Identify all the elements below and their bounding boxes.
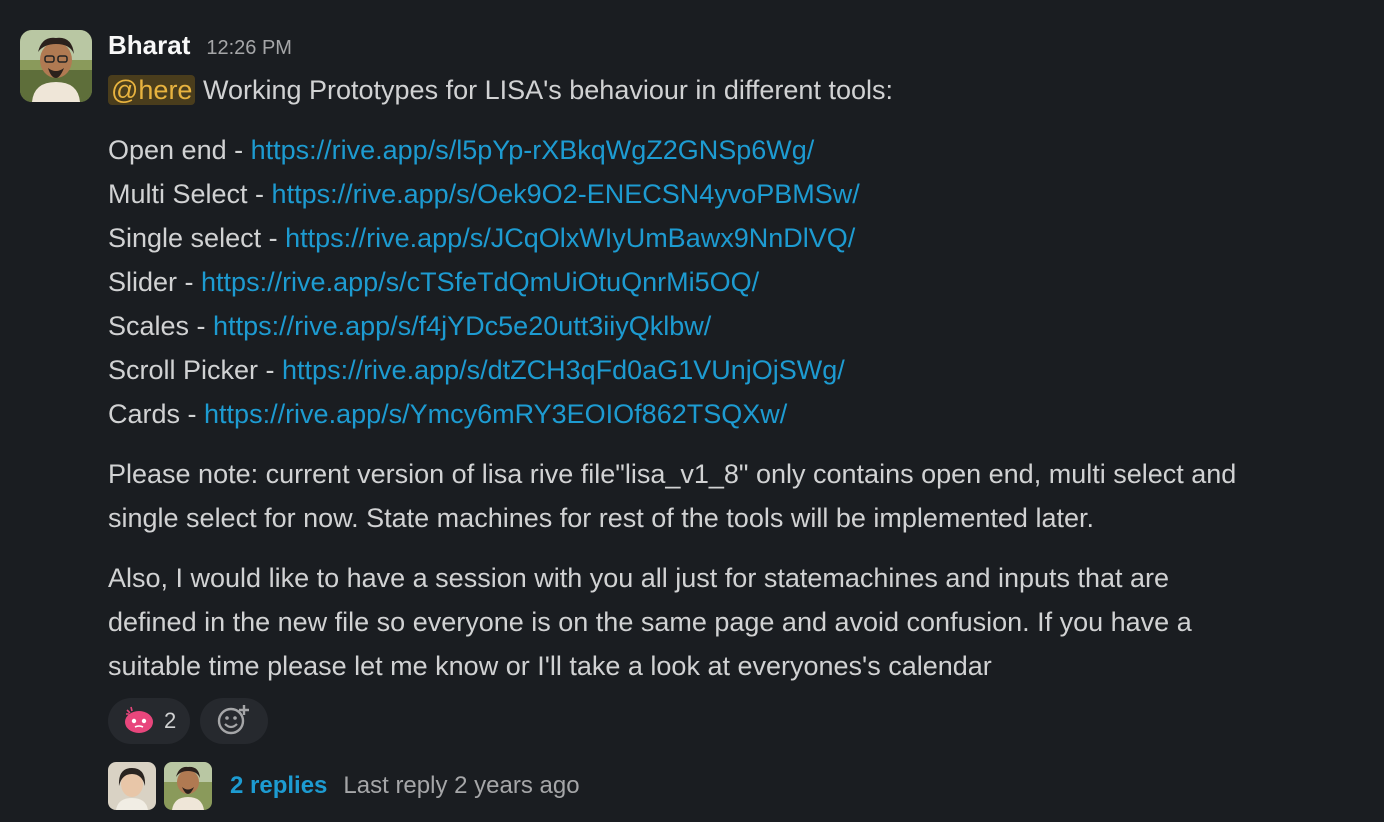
reactions-bar: 2 [108,698,1368,744]
add-reaction-button[interactable] [200,698,269,744]
link-label: Single select - [108,223,286,253]
prototype-links: Open end - https://rive.app/s/l5pYp-rXBk… [108,128,1368,436]
thread-summary[interactable]: 2 replies Last reply 2 years ago [108,762,1368,810]
link-row-multi-select: Multi Select - https://rive.app/s/Oek9O2… [108,172,1368,216]
session-line: Also, I would like to have a session wit… [108,563,1170,593]
reaction-pill[interactable]: 2 [108,698,191,744]
sender-name[interactable]: Bharat [108,30,190,61]
session-paragraph: Also, I would like to have a session wit… [108,556,1368,688]
message-intro: @here Working Prototypes for LISA's beha… [108,68,1368,112]
add-reaction-icon [217,703,251,740]
session-line: defined in the new file so everyone is o… [108,607,1192,637]
pink-blob-emoji-icon [122,704,156,739]
prototype-link[interactable]: https://rive.app/s/Ymcy6mRY3EOIOf862TSQX… [204,399,787,429]
link-label: Scales - [108,311,214,341]
note-line: Please note: current version of lisa riv… [108,459,1237,489]
link-row-slider: Slider - https://rive.app/s/cTSfeTdQmUiO… [108,260,1368,304]
last-reply-text: Last reply 2 years ago [343,772,580,799]
link-row-single-select: Single select - https://rive.app/s/JCqOl… [108,216,1368,260]
link-label: Cards - [108,399,205,429]
link-label: Slider - [108,267,202,297]
sender-avatar[interactable] [20,30,92,102]
message-timestamp[interactable]: 12:26 PM [206,37,292,60]
prototype-link[interactable]: https://rive.app/s/dtZCH3qFd0aG1VUnjOjSW… [282,355,845,385]
link-label: Scroll Picker - [108,355,283,385]
session-line: suitable time please let me know or I'll… [108,651,992,681]
prototype-link[interactable]: https://rive.app/s/l5pYp-rXBkqWgZ2GNSp6W… [251,135,815,165]
reaction-count: 2 [164,708,177,733]
link-row-open-end: Open end - https://rive.app/s/l5pYp-rXBk… [108,128,1368,172]
link-label: Open end - [108,135,251,165]
prototype-link[interactable]: https://rive.app/s/f4jYDc5e20utt3iiyQklb… [213,311,711,341]
message-body: Bharat 12:26 PM @here Working Prototypes… [108,30,1368,810]
prototype-link[interactable]: https://rive.app/s/cTSfeTdQmUiOtuQnrMi5O… [201,267,759,297]
link-label: Multi Select - [108,179,272,209]
reply-avatar [164,762,212,810]
link-row-scroll-picker: Scroll Picker - https://rive.app/s/dtZCH… [108,348,1368,392]
note-line: single select for now. State machines fo… [108,503,1094,533]
prototype-link[interactable]: https://rive.app/s/JCqOlxWIyUmBawx9NnDlV… [285,223,855,253]
here-mention[interactable]: @here [108,75,196,105]
reply-avatar [108,762,156,810]
replies-link[interactable]: 2 replies [230,772,327,800]
note-paragraph: Please note: current version of lisa riv… [108,452,1368,540]
link-row-cards: Cards - https://rive.app/s/Ymcy6mRY3EOIO… [108,392,1368,436]
slack-message-view: Bharat 12:26 PM @here Working Prototypes… [0,0,1384,822]
link-row-scales: Scales - https://rive.app/s/f4jYDc5e20ut… [108,304,1368,348]
message-header: Bharat 12:26 PM [108,30,1368,64]
intro-text: Working Prototypes for LISA's behaviour … [202,75,893,105]
prototype-link[interactable]: https://rive.app/s/Oek9O2-ENECSN4yvoPBMS… [272,179,860,209]
